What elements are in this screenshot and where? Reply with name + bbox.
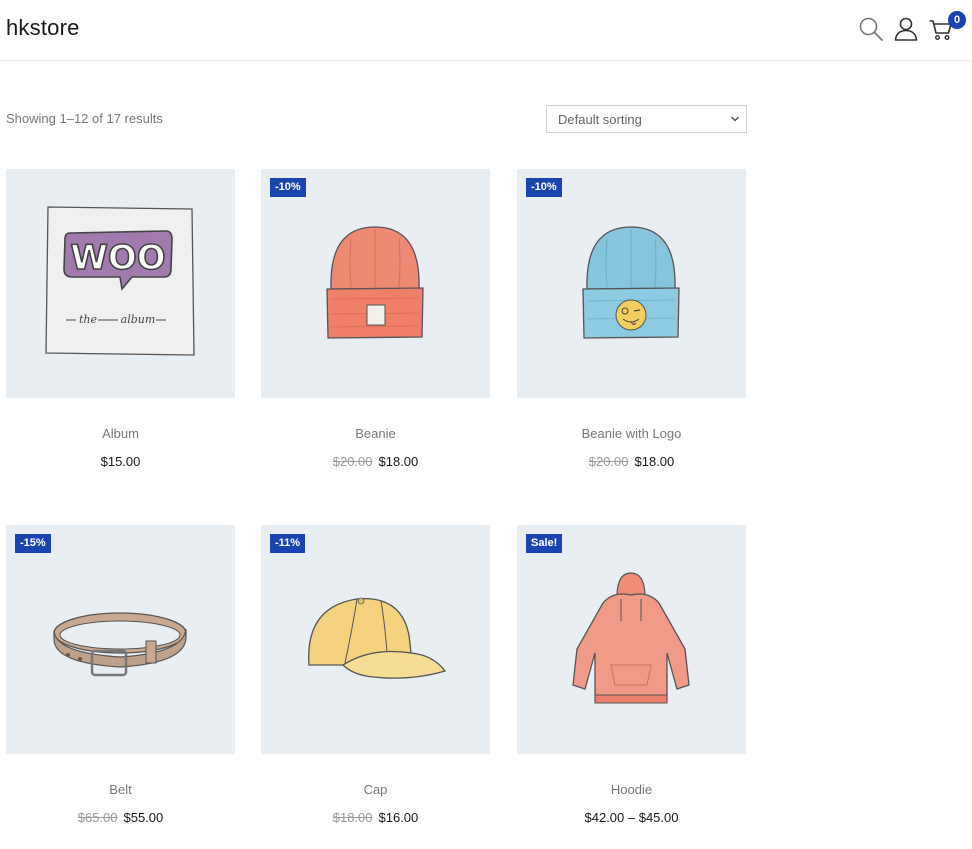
svg-text:the: the	[79, 313, 98, 326]
original-price: $65.00	[77, 810, 118, 825]
discount-badge: -15%	[15, 534, 51, 553]
current-price: $15.00	[100, 454, 141, 469]
current-price: $18.00	[378, 454, 419, 469]
original-price: $20.00	[332, 454, 373, 469]
current-price: $18.00	[634, 454, 675, 469]
current-price: $42.00 – $45.00	[584, 810, 679, 825]
product-price: $42.00 – $45.00	[517, 810, 746, 825]
cart-count-badge: 0	[948, 11, 966, 29]
product-name[interactable]: Cap	[261, 782, 490, 797]
belt-illustration	[53, 612, 187, 677]
search-icon[interactable]	[858, 16, 884, 42]
beanie-illustration	[326, 226, 424, 339]
original-price: $20.00	[588, 454, 629, 469]
discount-badge: -10%	[526, 178, 562, 197]
chevron-down-icon	[730, 116, 740, 122]
svg-text:WOO: WOO	[70, 238, 165, 278]
site-header: hkstore 0	[0, 0, 972, 61]
product-name[interactable]: Album	[6, 426, 235, 441]
discount-badge: -10%	[270, 178, 306, 197]
sort-select[interactable]: Default sorting	[546, 105, 747, 133]
result-count: Showing 1–12 of 17 results	[6, 111, 163, 126]
current-price: $16.00	[378, 810, 419, 825]
hoodie-illustration	[572, 572, 690, 704]
product-name[interactable]: Belt	[6, 782, 235, 797]
original-price: $18.00	[332, 810, 373, 825]
product-image[interactable]: -10%	[517, 169, 746, 398]
product-image[interactable]: -11%	[261, 525, 490, 754]
sort-selected-value: Default sorting	[558, 112, 642, 127]
svg-text:album: album	[121, 313, 156, 326]
product-price: $65.00 $55.00	[6, 810, 235, 825]
cap-illustration	[308, 597, 447, 679]
current-price: $55.00	[123, 810, 164, 825]
product-image[interactable]: Sale!	[517, 525, 746, 754]
product-image[interactable]: WOO the album	[6, 169, 235, 398]
product-price: $18.00 $16.00	[261, 810, 490, 825]
sale-badge: Sale!	[526, 534, 563, 553]
product-price: $15.00	[6, 454, 235, 469]
product-name[interactable]: Beanie with Logo	[517, 426, 746, 441]
product-image[interactable]: -10%	[261, 169, 490, 398]
album-illustration: WOO the album	[45, 206, 195, 356]
product-price: $20.00 $18.00	[517, 454, 746, 469]
user-icon[interactable]	[893, 16, 919, 42]
product-price: $20.00 $18.00	[261, 454, 490, 469]
product-name[interactable]: Hoodie	[517, 782, 746, 797]
beanie-with-logo-illustration	[582, 226, 680, 339]
discount-badge: -11%	[270, 534, 306, 553]
product-image[interactable]: -15%	[6, 525, 235, 754]
site-logo[interactable]: hkstore	[6, 15, 80, 41]
product-name[interactable]: Beanie	[261, 426, 490, 441]
